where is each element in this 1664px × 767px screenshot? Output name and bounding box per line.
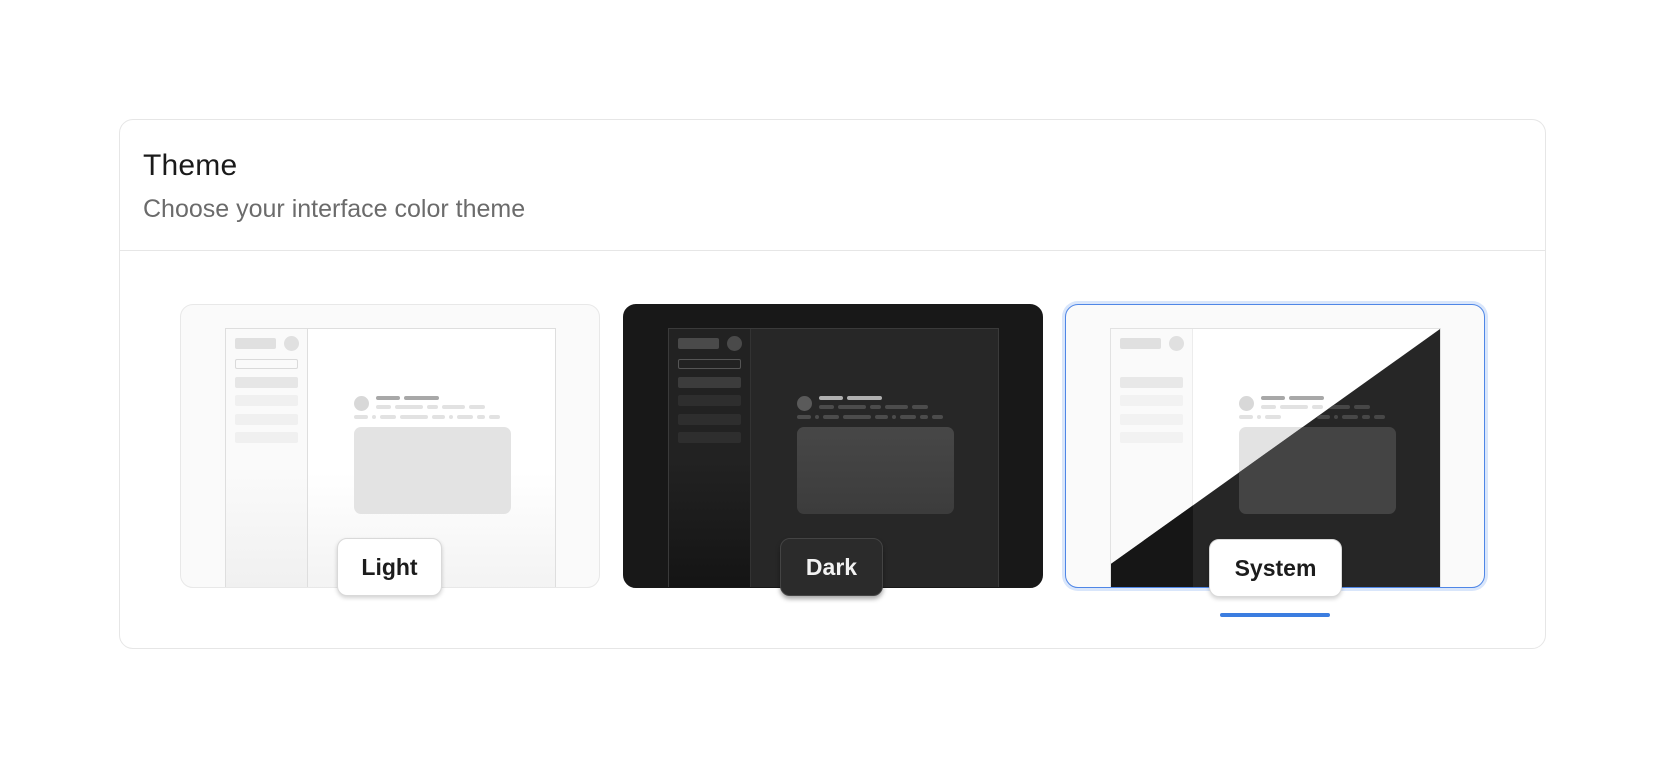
preview-text-line xyxy=(819,396,843,400)
preview-avatar xyxy=(1169,336,1184,351)
preview-text-line xyxy=(395,405,423,409)
preview-nav-item xyxy=(1120,432,1183,443)
preview-text-line xyxy=(432,415,445,419)
preview-text-line xyxy=(1261,405,1276,409)
preview-text-line xyxy=(1312,405,1323,409)
preview-text-line xyxy=(457,415,473,419)
preview-media-box xyxy=(797,427,954,514)
preview-nav-item xyxy=(678,432,741,443)
preview-nav-item xyxy=(678,377,741,388)
preview-nav-item xyxy=(678,414,741,425)
preview-nav-item xyxy=(678,395,741,406)
section-title: Theme xyxy=(143,149,238,182)
preview-text-line xyxy=(1317,415,1330,419)
preview-post-avatar xyxy=(1239,396,1254,411)
preview-text-line xyxy=(1280,405,1308,409)
preview-logo xyxy=(1120,338,1161,349)
preview-nav-item xyxy=(235,377,298,388)
preview-post-avatar xyxy=(354,396,369,411)
preview-text-line xyxy=(900,415,916,419)
preview-sidebar xyxy=(226,329,308,587)
preview-avatar xyxy=(727,336,742,351)
preview-text-line xyxy=(427,405,438,409)
preview-search xyxy=(678,359,741,369)
preview-text-line xyxy=(815,415,819,419)
selected-indicator xyxy=(1220,613,1330,617)
preview-text-line xyxy=(380,415,396,419)
preview-text-line xyxy=(376,405,391,409)
preview-text-line xyxy=(1257,415,1261,419)
preview-text-line xyxy=(1334,415,1338,419)
preview-text-line xyxy=(1265,415,1281,419)
preview-logo xyxy=(235,338,276,349)
preview-text-line xyxy=(376,396,400,400)
preview-text-line xyxy=(885,405,908,409)
preview-media-box xyxy=(354,427,511,514)
dark-theme-button[interactable]: Dark xyxy=(780,538,883,596)
preview-text-line xyxy=(1362,415,1370,419)
card-header: Theme Choose your interface color theme xyxy=(120,120,1545,251)
preview-text-line xyxy=(1261,396,1285,400)
preview-text-line xyxy=(870,405,881,409)
preview-text-line xyxy=(1342,415,1358,419)
preview-text-line xyxy=(875,415,888,419)
preview-nav-item xyxy=(235,432,298,443)
preview-text-line xyxy=(1289,396,1324,400)
preview-text-line xyxy=(819,405,834,409)
preview-logo xyxy=(678,338,719,349)
preview-text-line xyxy=(449,415,453,419)
section-subtitle: Choose your interface color theme xyxy=(143,195,526,223)
preview-text-line xyxy=(1354,405,1370,409)
preview-text-line xyxy=(797,415,811,419)
preview-search xyxy=(235,359,298,369)
light-theme-button[interactable]: Light xyxy=(337,538,442,596)
preview-text-line xyxy=(1374,415,1385,419)
preview-sidebar xyxy=(669,329,751,587)
preview-text-line xyxy=(489,415,500,419)
preview-nav-item xyxy=(1120,414,1183,425)
preview-text-line xyxy=(354,415,368,419)
preview-text-line xyxy=(1327,405,1350,409)
preview-text-line xyxy=(469,405,485,409)
preview-nav-item xyxy=(1120,377,1183,388)
preview-text-line xyxy=(1285,415,1313,419)
preview-text-line xyxy=(843,415,871,419)
preview-text-line xyxy=(477,415,485,419)
preview-text-line xyxy=(823,415,839,419)
preview-text-line xyxy=(838,405,866,409)
preview-text-line xyxy=(442,405,465,409)
preview-text-line xyxy=(932,415,943,419)
preview-nav-item xyxy=(235,414,298,425)
preview-avatar xyxy=(284,336,299,351)
preview-text-line xyxy=(1239,415,1253,419)
preview-nav-item xyxy=(1120,395,1183,406)
preview-text-line xyxy=(404,396,439,400)
preview-text-line xyxy=(920,415,928,419)
preview-text-line xyxy=(892,415,896,419)
preview-text-line xyxy=(847,396,882,400)
preview-post-avatar xyxy=(797,396,812,411)
preview-text-line xyxy=(400,415,428,419)
preview-text-line xyxy=(912,405,928,409)
preview-nav-item xyxy=(235,395,298,406)
preview-text-line xyxy=(372,415,376,419)
system-theme-button[interactable]: System xyxy=(1209,539,1342,597)
